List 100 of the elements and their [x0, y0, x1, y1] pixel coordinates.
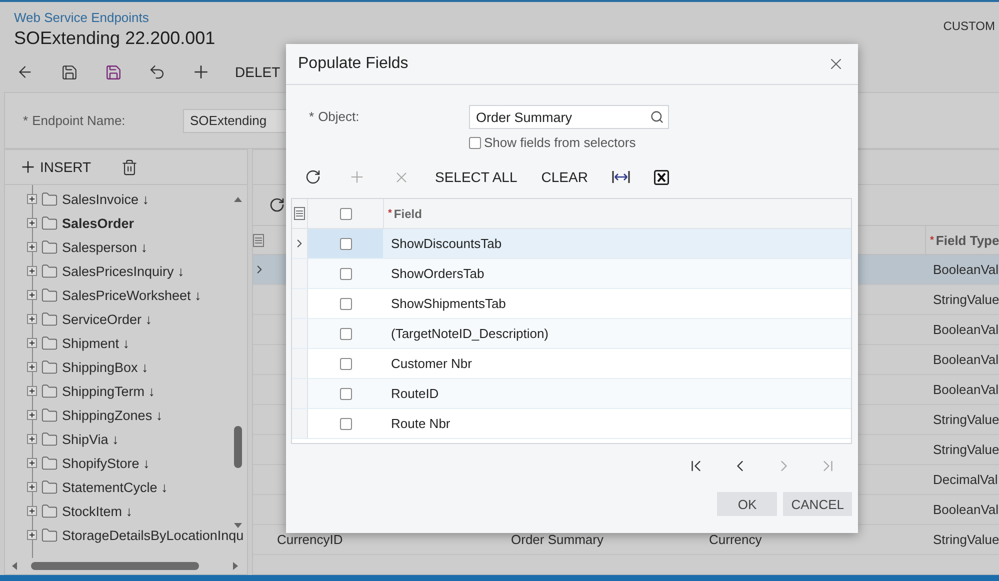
folder-icon: [41, 382, 58, 400]
table-row[interactable]: ShowOrdersTab: [292, 259, 851, 289]
expand-icon[interactable]: [27, 290, 37, 300]
table-row[interactable]: ShowShipmentsTab: [292, 289, 851, 319]
expand-icon[interactable]: [27, 314, 37, 324]
table-cell-text: (TargetNoteID_Description): [390, 326, 550, 341]
select-all-checkbox[interactable]: [340, 208, 352, 220]
table-row[interactable]: Customer Nbr: [292, 349, 851, 379]
dialog-title: Populate Fields: [298, 55, 408, 73]
expand-icon[interactable]: [27, 506, 37, 516]
spreadsheet-export-icon[interactable]: [654, 170, 669, 184]
expand-icon[interactable]: [27, 458, 37, 468]
tree-item[interactable]: ShipVia ↓: [62, 432, 119, 446]
row-checkbox[interactable]: [340, 328, 352, 340]
folder-icon: [41, 214, 58, 232]
table-cell-text: BooleanVal: [932, 502, 999, 517]
toolbar-button[interactable]: CLEAR: [541, 169, 588, 185]
field-label: * Object:: [309, 108, 360, 124]
tree-item[interactable]: Shipment ↓: [62, 336, 130, 350]
table-row[interactable]: (TargetNoteID_Description): [292, 319, 851, 349]
tree-item[interactable]: SalesOrder: [62, 216, 134, 230]
table-cell-text: RouteID: [390, 386, 440, 401]
object-field[interactable]: Order Summary: [469, 105, 669, 129]
table-cell-text: CurrencyID: [276, 532, 344, 547]
tree-item[interactable]: SalesPriceWorksheet ↓: [62, 288, 202, 302]
tree-item[interactable]: ServiceOrder ↓: [62, 312, 152, 326]
insert-button[interactable]: INSERT: [19, 158, 92, 176]
table-cell-text: BooleanVal: [932, 322, 999, 337]
columns-icon[interactable]: [294, 207, 305, 220]
tree-item[interactable]: ShopifyStore ↓: [62, 456, 150, 470]
table-row[interactable]: RouteID: [292, 379, 851, 409]
table-row[interactable]: ShowDiscountsTab: [292, 229, 851, 259]
table-cell-text: ShowDiscountsTab: [390, 236, 503, 251]
columns-icon[interactable]: [253, 234, 264, 246]
expand-icon[interactable]: [27, 410, 37, 420]
show-selectors-checkbox[interactable]: Show fields from selectors: [469, 135, 669, 150]
row-checkbox[interactable]: [340, 418, 352, 430]
folder-icon: [41, 286, 58, 304]
table-cell-text: BooleanVal: [932, 262, 999, 277]
tree-item[interactable]: ShippingZones ↓: [62, 408, 163, 422]
table-cell-text: StringValue: [932, 442, 999, 457]
table-cell-text: DecimalVal: [932, 472, 999, 487]
table-cell-text: Customer Nbr: [390, 356, 473, 371]
table-cell-text: ShowShipmentsTab: [390, 296, 507, 311]
tree-item[interactable]: StorageDetailsByLocationInqu: [62, 528, 244, 542]
row-checkbox[interactable]: [340, 238, 352, 250]
expand-icon[interactable]: [27, 266, 37, 276]
tree-item[interactable]: Salesperson ↓: [62, 240, 148, 254]
column-header[interactable]: *Field Type: [925, 226, 999, 254]
toolbar-button[interactable]: DELET: [235, 64, 280, 80]
table-cell-text: Route Nbr: [390, 416, 452, 431]
expand-icon[interactable]: [27, 218, 37, 228]
folder-icon: [41, 478, 58, 496]
field-label: * Endpoint Name:: [23, 113, 126, 128]
tree-item[interactable]: ShippingBox ↓: [62, 360, 148, 374]
folder-icon: [41, 526, 58, 544]
toolbar-button[interactable]: SELECT ALL: [435, 169, 518, 185]
dialog-button[interactable]: OK: [717, 492, 778, 516]
row-checkbox[interactable]: [340, 388, 352, 400]
row-checkbox[interactable]: [340, 268, 352, 280]
table-cell-text: StringValue: [932, 412, 999, 427]
breadcrumb-link[interactable]: Web Service Endpoints: [14, 10, 216, 25]
folder-icon: [41, 262, 58, 280]
customization-menu[interactable]: CUSTOM: [943, 19, 995, 34]
dialog-button[interactable]: CANCEL: [783, 492, 852, 516]
table-cell-text: BooleanVal: [932, 352, 999, 367]
page-title: SOExtending 22.200.001: [14, 28, 216, 49]
table-cell-text: Currency: [708, 532, 763, 547]
folder-icon: [41, 406, 58, 424]
table-row[interactable]: Route Nbr: [292, 409, 851, 439]
expand-icon[interactable]: [27, 194, 37, 204]
expand-icon[interactable]: [27, 386, 37, 396]
folder-icon: [41, 190, 58, 208]
search-icon[interactable]: [650, 110, 664, 124]
folder-icon: [41, 358, 58, 376]
table-cell-text: Order Summary: [510, 532, 604, 547]
fit-columns-icon[interactable]: [612, 170, 630, 184]
table-cell-text: StringValue: [932, 532, 999, 547]
row-checkbox[interactable]: [340, 298, 352, 310]
expand-icon[interactable]: [27, 338, 37, 348]
tree-item[interactable]: SalesPricesInquiry ↓: [62, 264, 184, 278]
expand-icon[interactable]: [27, 530, 37, 540]
folder-icon: [41, 502, 58, 520]
table-cell-text: BooleanVal: [932, 382, 999, 397]
folder-icon: [41, 238, 58, 256]
folder-icon: [41, 454, 58, 472]
folder-icon: [41, 310, 58, 328]
expand-icon[interactable]: [27, 434, 37, 444]
tree-item[interactable]: StockItem ↓: [62, 504, 133, 518]
table-cell-text: StringValue: [932, 292, 999, 307]
tree-item[interactable]: StatementCycle ↓: [62, 480, 168, 494]
table-cell-text: ShowOrdersTab: [390, 266, 486, 281]
expand-icon[interactable]: [27, 362, 37, 372]
folder-icon: [41, 430, 58, 448]
tree-item[interactable]: SalesInvoice ↓: [62, 192, 150, 206]
row-checkbox[interactable]: [340, 358, 352, 370]
folder-icon: [41, 334, 58, 352]
expand-icon[interactable]: [27, 242, 37, 252]
expand-icon[interactable]: [27, 482, 37, 492]
tree-item[interactable]: ShippingTerm ↓: [62, 384, 156, 398]
